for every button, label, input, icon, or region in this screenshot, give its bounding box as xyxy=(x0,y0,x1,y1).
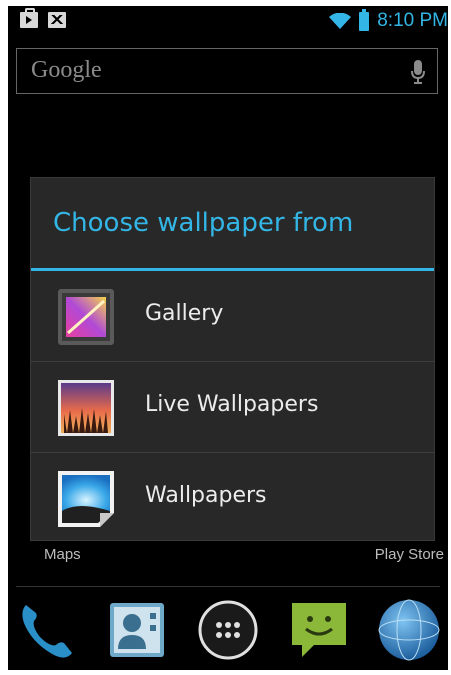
microphone-icon[interactable] xyxy=(411,60,425,84)
status-bar: 8:10 PM xyxy=(8,6,448,36)
gallery-icon xyxy=(58,289,114,345)
option-label: Wallpapers xyxy=(145,483,267,508)
all-apps-icon[interactable] xyxy=(195,597,261,663)
contacts-icon[interactable] xyxy=(104,597,170,663)
browser-icon[interactable] xyxy=(376,597,442,663)
shopping-bag-icon xyxy=(20,8,38,28)
battery-icon xyxy=(359,8,370,31)
google-search-bar[interactable]: Google xyxy=(16,48,438,94)
option-gallery[interactable]: Gallery xyxy=(31,271,434,362)
dock-divider xyxy=(16,586,440,587)
dialog-title: Choose wallpaper from xyxy=(53,208,354,238)
device-screen: 8:10 PM Google Maps Play Store Choose wa… xyxy=(8,6,448,670)
option-label: Live Wallpapers xyxy=(145,392,319,417)
wallpapers-icon xyxy=(58,471,114,527)
phone-icon[interactable] xyxy=(14,597,80,663)
system-icons: 8:10 PM xyxy=(329,6,448,36)
option-live-wallpapers[interactable]: Live Wallpapers xyxy=(31,362,434,453)
messaging-icon[interactable] xyxy=(286,597,352,663)
live-wallpapers-icon xyxy=(58,380,114,436)
clock: 8:10 PM xyxy=(377,10,448,31)
google-logo: Google xyxy=(31,57,102,83)
notification-icons xyxy=(20,8,66,28)
gmail-icon xyxy=(48,12,66,28)
option-wallpapers[interactable]: Wallpapers xyxy=(31,453,434,544)
wallpaper-chooser-dialog: Choose wallpaper from Gallery Live Wallp… xyxy=(30,177,435,541)
option-label: Gallery xyxy=(145,301,224,326)
dock xyxy=(8,597,448,667)
wifi-icon xyxy=(329,13,352,29)
